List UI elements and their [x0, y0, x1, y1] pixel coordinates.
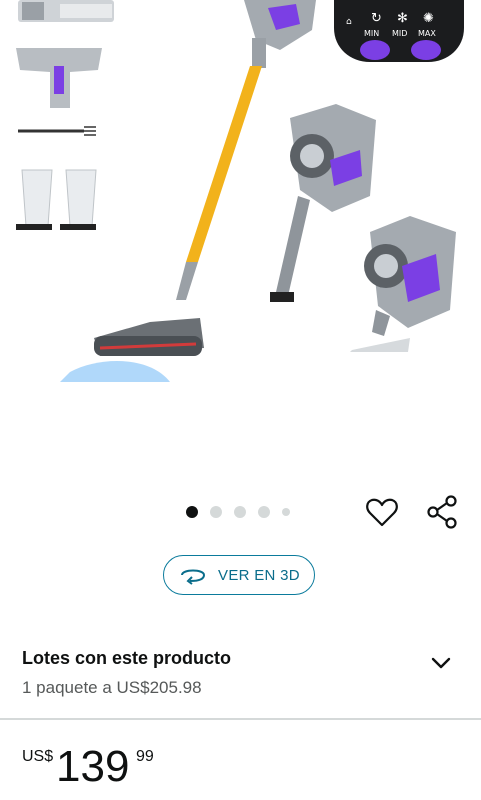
pagination-dot-active[interactable]: [186, 506, 198, 518]
price-whole: 139: [56, 742, 130, 791]
mode-mid-label: MID: [392, 29, 407, 38]
rotate-3d-icon: [181, 569, 206, 585]
accessory-crevice-tool: [18, 126, 96, 136]
accessory-brush-head: [18, 0, 114, 22]
view-3d-label: VER EN 3D: [218, 566, 300, 584]
mode-max-label: MAX: [418, 29, 436, 38]
product-image-gallery[interactable]: ⌂ ↻ ✻ ✺ MIN MID MAX: [0, 0, 481, 470]
image-pagination: [186, 506, 290, 518]
share-icon: [427, 495, 457, 529]
mode-min-label: MIN: [364, 29, 379, 38]
view-3d-button[interactable]: VER EN 3D: [163, 555, 315, 595]
bundles-subtitle: 1 paquete a US$205.98: [22, 678, 202, 697]
price-currency: US$: [22, 748, 54, 765]
price-fraction: 99: [136, 748, 154, 765]
share-button[interactable]: [424, 494, 460, 530]
accessory-wide-nozzle: [16, 48, 102, 108]
pagination-dot[interactable]: [234, 506, 246, 518]
svg-text:✺: ✺: [423, 11, 434, 26]
wishlist-button[interactable]: [364, 494, 400, 530]
pagination-dot[interactable]: [282, 508, 290, 516]
pagination-dot[interactable]: [210, 506, 222, 518]
svg-text:⌂: ⌂: [346, 17, 352, 27]
section-divider: [0, 718, 481, 720]
accessory-filters: [16, 169, 97, 230]
control-panel: ⌂ ↻ ✻ ✺ MIN MID MAX: [334, 0, 464, 62]
product-image[interactable]: ⌂ ↻ ✻ ✺ MIN MID MAX: [0, 0, 481, 470]
bundles-section[interactable]: Lotes con este producto 1 paquete a US$2…: [0, 632, 481, 718]
svg-text:↻: ↻: [371, 11, 382, 26]
heart-icon: [366, 498, 398, 527]
chevron-down-icon[interactable]: [431, 656, 451, 670]
bundles-title: Lotes con este producto: [22, 648, 232, 668]
svg-text:✻: ✻: [397, 11, 408, 26]
handheld-vacuum-2: [350, 216, 456, 352]
handheld-vacuum-1: [270, 104, 376, 302]
pagination-dot[interactable]: [258, 506, 270, 518]
